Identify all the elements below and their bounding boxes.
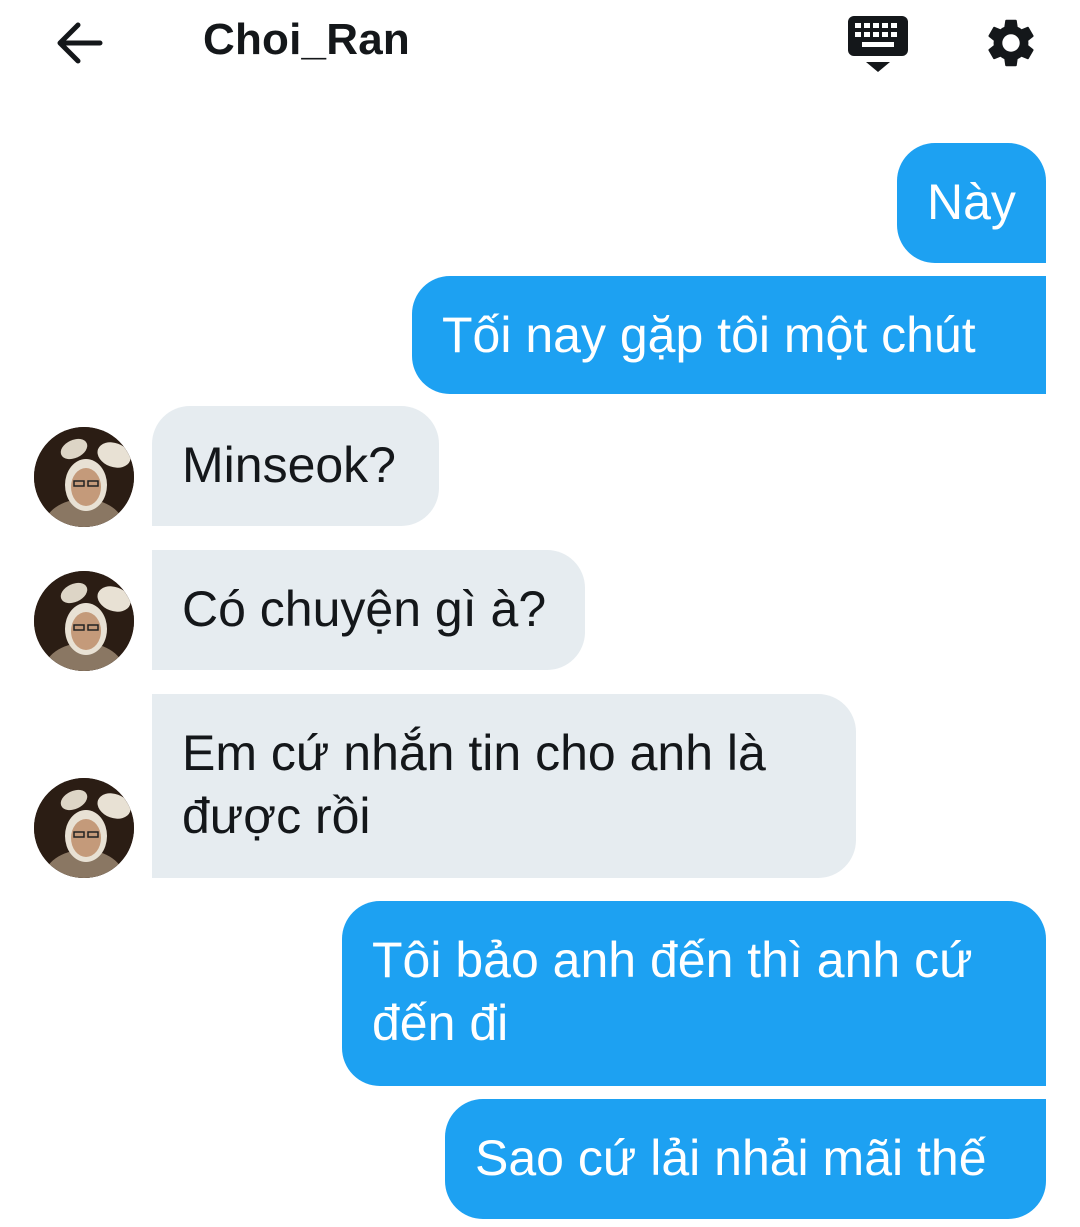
conversation-header: Choi_Ran	[0, 0, 1080, 84]
conversation-title: Choi_Ran	[203, 15, 410, 64]
message-text-line: Tôi bảo anh đến thì anh cứ	[372, 932, 973, 988]
message-bubble-incoming[interactable]: Có chuyện gì à?	[152, 550, 585, 670]
message-bubble-outgoing[interactable]: Tôi bảo anh đến thì anh cứ đến đi	[342, 901, 1046, 1086]
back-button[interactable]	[50, 14, 108, 72]
arrow-left-icon	[57, 22, 103, 64]
message-bubble-incoming[interactable]: Minseok?	[152, 406, 439, 526]
message-text-line: được rồi	[182, 788, 371, 844]
message-bubble-outgoing[interactable]: Này	[897, 143, 1046, 263]
avatar-image	[34, 571, 134, 671]
keyboard-toggle-button[interactable]	[846, 12, 910, 76]
message-text: Có chuyện gì à?	[182, 581, 547, 637]
avatar-image	[34, 427, 134, 527]
message-bubble-incoming[interactable]: Em cứ nhắn tin cho anh là được rồi	[152, 694, 856, 878]
gear-icon	[988, 19, 1034, 67]
message-text: Minseok?	[182, 437, 396, 493]
message-text-line: đến đi	[372, 995, 509, 1051]
message-text: Này	[927, 174, 1016, 230]
settings-button[interactable]	[982, 14, 1040, 72]
message-text: Sao cứ lải nhải mãi thế	[475, 1130, 987, 1186]
user-avatar[interactable]	[34, 778, 134, 878]
avatar-image	[34, 778, 134, 878]
message-text-line: Em cứ nhắn tin cho anh là	[182, 725, 766, 781]
user-avatar[interactable]	[34, 571, 134, 671]
message-bubble-outgoing[interactable]: Tối nay gặp tôi một chút	[412, 276, 1046, 394]
message-text: Tối nay gặp tôi một chút	[442, 307, 976, 363]
user-avatar[interactable]	[34, 427, 134, 527]
keyboard-hide-icon	[848, 16, 908, 72]
message-bubble-outgoing[interactable]: Sao cứ lải nhải mãi thế	[445, 1099, 1046, 1219]
